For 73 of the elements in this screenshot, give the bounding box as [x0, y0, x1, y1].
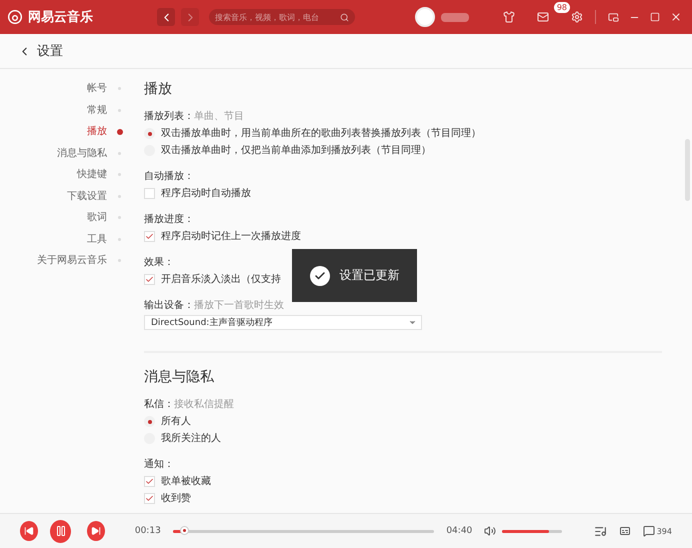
redacted-name [441, 12, 469, 22]
previous-icon [24, 526, 34, 536]
radio-button[interactable] [144, 128, 155, 139]
checkbox[interactable] [144, 231, 155, 242]
checkbox[interactable] [144, 274, 155, 285]
option-label: 所有人 [161, 414, 191, 429]
radio-option[interactable]: 我所关注的人 [144, 431, 662, 446]
comment-icon [642, 525, 655, 537]
radio-option[interactable]: 所有人 [144, 414, 662, 429]
elapsed-time: 00:13 [134, 526, 161, 536]
checkbox[interactable] [144, 476, 155, 487]
playmode-icon[interactable] [594, 524, 607, 538]
option-label: 程序启动时记住上一次播放进度 [161, 230, 301, 244]
checkbox[interactable] [144, 188, 155, 199]
setting-label: 播放列表：单曲、节目 [144, 110, 245, 124]
playlist-count: 394 [656, 526, 672, 536]
back-button[interactable] [157, 8, 175, 26]
toast-message: 设置已更新 [340, 267, 400, 284]
option-label: 双击播放单曲时，用当前单曲所在的歌曲列表替换播放列表（节目同理） [161, 126, 481, 141]
next-button[interactable] [87, 521, 106, 541]
option-label: 我所关注的人 [161, 432, 221, 446]
sidebar-item[interactable]: 下载设置 [67, 188, 107, 204]
setting-label: 效果： [144, 256, 175, 270]
playlist-button[interactable]: 394 [642, 525, 672, 537]
radio-option[interactable]: 双击播放单曲时，用当前单曲所在的歌曲列表替换播放列表（节目同理） [144, 126, 662, 141]
option-label: 收到赞 [161, 492, 191, 506]
app-name: 网易云音乐 [28, 8, 93, 26]
back-link[interactable]: 设置 [18, 42, 63, 60]
pause-icon [54, 525, 67, 537]
sidebar-item[interactable]: 快捷键 [77, 167, 107, 182]
setting-label: 输出设备：播放下一首歌时生效 [144, 298, 285, 313]
sidebar-item[interactable]: 工具 [87, 232, 107, 246]
timeline-dot [116, 128, 123, 134]
setting-label: 播放进度： [144, 212, 195, 227]
settings-icon[interactable] [569, 9, 585, 25]
section-title: 播放 [144, 80, 173, 99]
sidebar-item[interactable]: 关于网易云音乐 [37, 253, 107, 268]
sidebar-item[interactable]: 歌词 [87, 210, 107, 225]
sidebar-item[interactable]: 播放 [87, 124, 107, 139]
progress-thumb[interactable] [180, 526, 190, 534]
output-device-dropdown[interactable]: DirectSound:主声音驱动程序 [144, 315, 422, 330]
option-label: 双击播放单曲时，仅把当前单曲添加到播放列表（节目同理） [161, 144, 431, 158]
total-time: 04:40 [446, 526, 472, 536]
next-icon [91, 526, 102, 536]
sidebar-item[interactable]: 常规 [87, 102, 107, 118]
avatar[interactable] [415, 7, 435, 27]
pause-button[interactable] [50, 520, 72, 542]
scrollbar[interactable] [685, 139, 690, 201]
section-title: 消息与隐私 [144, 368, 215, 387]
radio-option[interactable]: 双击播放单曲时，仅把当前单曲添加到播放列表（节目同理） [144, 143, 662, 158]
radio-button[interactable] [144, 416, 155, 427]
setting-label: 私信：接收私信提醒 [144, 398, 235, 412]
previous-button[interactable] [20, 521, 38, 541]
page-title: 设置 [37, 43, 63, 60]
sidebar-item[interactable]: 消息与隐私 [57, 146, 107, 160]
setting-label: 自动播放： [144, 170, 195, 184]
option-label: 歌单被收藏 [161, 474, 211, 489]
volume-icon[interactable] [484, 525, 496, 537]
message-count-badge: 98 [554, 2, 570, 13]
option-label: 程序启动时自动播放 [161, 186, 251, 201]
logo-icon [8, 10, 22, 24]
search-field[interactable]: 搜索音乐，视频，歌词，电台 [209, 9, 355, 25]
search-icon [340, 12, 349, 22]
maximize-icon[interactable] [648, 10, 662, 24]
dropdown-arrow-icon [408, 318, 417, 327]
lyrics-icon[interactable] [618, 525, 631, 537]
check-icon [310, 266, 330, 286]
skin-icon[interactable] [501, 9, 517, 25]
setting-label: 通知： [144, 458, 175, 472]
checkbox[interactable] [144, 493, 155, 504]
volume-track[interactable] [502, 530, 562, 532]
option-label: 开启音乐淡入淡出（仅支持 [161, 272, 281, 287]
sidebar-item[interactable]: 帐号 [87, 81, 107, 96]
